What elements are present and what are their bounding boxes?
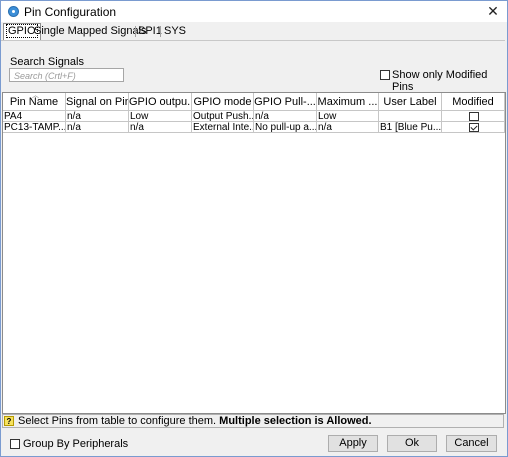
column-header-signal-on-pin[interactable]: Signal on Pin bbox=[66, 93, 129, 111]
cell-user-label[interactable] bbox=[379, 111, 442, 122]
group-by-peripherals-label: Group By Peripherals bbox=[23, 438, 129, 450]
close-button[interactable]: ✕ bbox=[482, 2, 504, 21]
cell-gpio-mode[interactable]: Output Push... bbox=[192, 111, 254, 122]
cell-gpio-pull[interactable]: n/a bbox=[254, 111, 317, 122]
column-header-user-label[interactable]: User Label bbox=[379, 93, 442, 111]
cell-maximum[interactable]: n/a bbox=[317, 122, 379, 133]
cell-pin-name[interactable]: PA4 bbox=[3, 111, 66, 122]
tab-sys[interactable]: SYS bbox=[162, 24, 188, 39]
column-header-gpio-mode[interactable]: GPIO mode bbox=[192, 93, 254, 111]
cell-user-label[interactable]: B1 [Blue Pu... bbox=[379, 122, 442, 133]
status-text: Select Pins from table to configure them… bbox=[18, 415, 372, 427]
pin-table: ︿ Pin Name Signal on Pin GPIO outpu... G… bbox=[2, 92, 506, 414]
column-header-gpio-output[interactable]: GPIO outpu... bbox=[129, 93, 192, 111]
search-label: Search Signals bbox=[10, 56, 84, 68]
column-header-gpio-pull[interactable]: GPIO Pull-... bbox=[254, 93, 317, 111]
column-header-pin-name[interactable]: ︿ Pin Name bbox=[3, 93, 66, 111]
tab-single-mapped-signals[interactable]: Single Mapped Signals bbox=[32, 24, 149, 39]
sort-caret-icon: ︿ bbox=[32, 93, 39, 99]
status-emphasis: Multiple selection is Allowed. bbox=[219, 415, 372, 427]
cell-gpio-mode[interactable]: External Inte... bbox=[192, 122, 254, 133]
show-modified-checkbox[interactable] bbox=[380, 70, 390, 80]
app-icon bbox=[8, 6, 19, 17]
title-bar: Pin Configuration ✕ bbox=[1, 1, 507, 22]
cell-signal-on-pin[interactable]: n/a bbox=[66, 122, 129, 133]
tab-separator bbox=[160, 26, 161, 37]
search-input[interactable]: Search (Crtl+F) bbox=[9, 68, 124, 82]
cell-signal-on-pin[interactable]: n/a bbox=[66, 111, 129, 122]
cell-gpio-output[interactable]: Low bbox=[129, 111, 192, 122]
modified-checkbox[interactable] bbox=[469, 123, 479, 132]
cell-gpio-output[interactable]: n/a bbox=[129, 122, 192, 133]
cell-maximum[interactable]: Low bbox=[317, 111, 379, 122]
cell-gpio-pull[interactable]: No pull-up a... bbox=[254, 122, 317, 133]
modified-checkbox[interactable] bbox=[469, 112, 479, 121]
apply-button[interactable]: Apply bbox=[328, 435, 378, 452]
cancel-button[interactable]: Cancel bbox=[446, 435, 497, 452]
window-title: Pin Configuration bbox=[24, 5, 117, 19]
show-modified-label: Show only Modified Pins bbox=[392, 69, 488, 93]
cell-modified bbox=[442, 111, 505, 122]
group-by-peripherals-checkbox[interactable] bbox=[10, 439, 20, 449]
cell-pin-name[interactable]: PC13-TAMP... bbox=[3, 122, 66, 133]
help-icon: ? bbox=[4, 416, 14, 426]
column-header-maximum[interactable]: Maximum ... bbox=[317, 93, 379, 111]
status-bar: ? Select Pins from table to configure th… bbox=[2, 414, 504, 428]
ok-button[interactable]: Ok bbox=[387, 435, 437, 452]
cell-modified bbox=[442, 122, 505, 133]
column-header-modified[interactable]: Modified bbox=[442, 93, 505, 111]
